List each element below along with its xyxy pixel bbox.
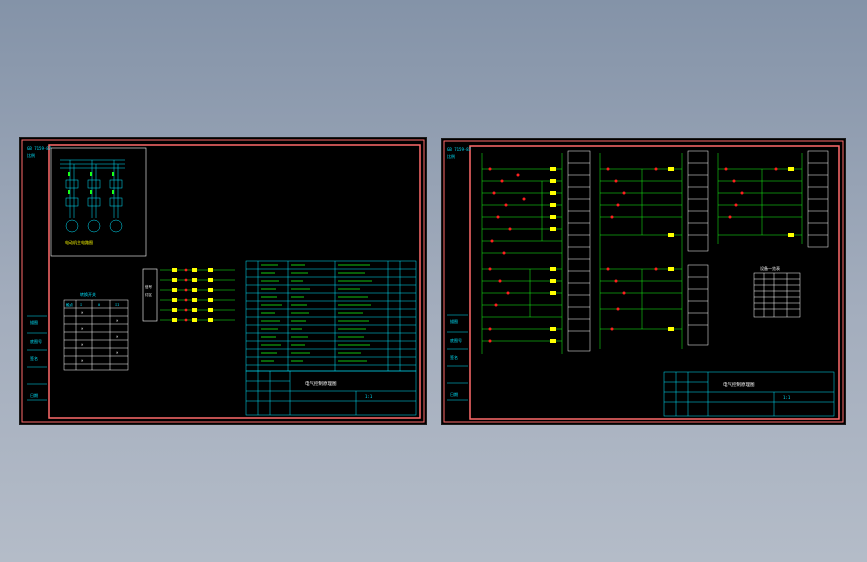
svg-text:×: × (81, 310, 84, 315)
drawing-sheet-left[interactable]: GB 7159-87 比例 描图 底图号 签名 日期 电动机主电路图 转换开关 (20, 138, 426, 424)
control-ladder-1 (481, 153, 563, 354)
title-scale: 1:1 (365, 394, 373, 399)
inner-border (469, 145, 840, 420)
motor-caption: 电动机主电路图 (65, 239, 93, 245)
side-label-3: 日期 (450, 391, 458, 397)
scale-sub: 比例 (27, 152, 35, 158)
svg-text:×: × (81, 342, 84, 347)
left-sheet-canvas: GB 7159-87 比例 描图 底图号 签名 日期 电动机主电路图 转换开关 (21, 139, 425, 423)
svg-text:×: × (116, 350, 119, 355)
side-label-2: 签名 (30, 355, 38, 361)
title-scale: 1:1 (783, 395, 791, 400)
motor-contacts (68, 172, 114, 194)
switch-header-1: I (80, 303, 82, 307)
terminal-column-1 (567, 150, 591, 352)
inner-border (48, 144, 421, 419)
side-label-1: 底图号 (450, 337, 462, 343)
control-contacts-1 (488, 167, 526, 343)
title-block (245, 370, 417, 416)
switch-header-3: II (115, 303, 119, 307)
control-coils-1 (550, 167, 556, 343)
drawing-sheet-right[interactable]: GB 7159-87 比例 描图 底图号 签名 日期 设备一览表 电气控制原理图… (442, 139, 845, 424)
terminal-column-3 (807, 150, 829, 248)
svg-text:×: × (116, 334, 119, 339)
panel-line-1: 灯区 (145, 292, 152, 297)
control-ladder-3 (717, 153, 803, 244)
signal-rows (160, 269, 235, 321)
svg-text:×: × (81, 326, 84, 331)
control-ladder-2 (599, 153, 683, 349)
side-label-3: 日期 (30, 392, 38, 398)
right-sheet-canvas: GB 7159-87 比例 描图 底图号 签名 日期 设备一览表 电气控制原理图… (443, 140, 844, 423)
switch-header-0: 触点 (66, 302, 73, 307)
title-main: 电气控制原理图 (305, 380, 337, 387)
title-block (663, 371, 835, 417)
equipment-list-text (261, 264, 372, 362)
terminal-column-2 (687, 150, 709, 346)
svg-text:×: × (81, 358, 84, 363)
scale-sub: 比例 (447, 153, 455, 159)
control-coils-3 (788, 167, 794, 237)
signal-lamps (172, 268, 213, 322)
scale-note: GB 7159-87 (447, 147, 472, 152)
panel-line-0: 信号 (145, 284, 152, 289)
outer-border (443, 140, 844, 423)
switch-header-2: 0 (98, 303, 100, 307)
side-label-1: 底图号 (30, 338, 42, 344)
side-label-2: 签名 (450, 354, 458, 360)
scale-note: GB 7159-87 (27, 146, 52, 151)
control-coils-2 (668, 167, 674, 331)
equipment-list-table (245, 260, 417, 372)
control-contacts-2 (606, 167, 658, 331)
svg-text:×: × (116, 318, 119, 323)
side-label-0: 描图 (450, 318, 458, 324)
side-label-0: 描图 (30, 319, 38, 325)
switch-marks: × × × × × × × (81, 310, 119, 363)
signal-contacts (184, 268, 188, 322)
equipment-table (753, 272, 801, 318)
table-title: 设备一览表 (760, 265, 780, 271)
motor-circuit-drawing (60, 159, 125, 233)
switch-table-title: 转换开关 (80, 291, 96, 297)
title-main: 电气控制原理图 (723, 381, 755, 388)
